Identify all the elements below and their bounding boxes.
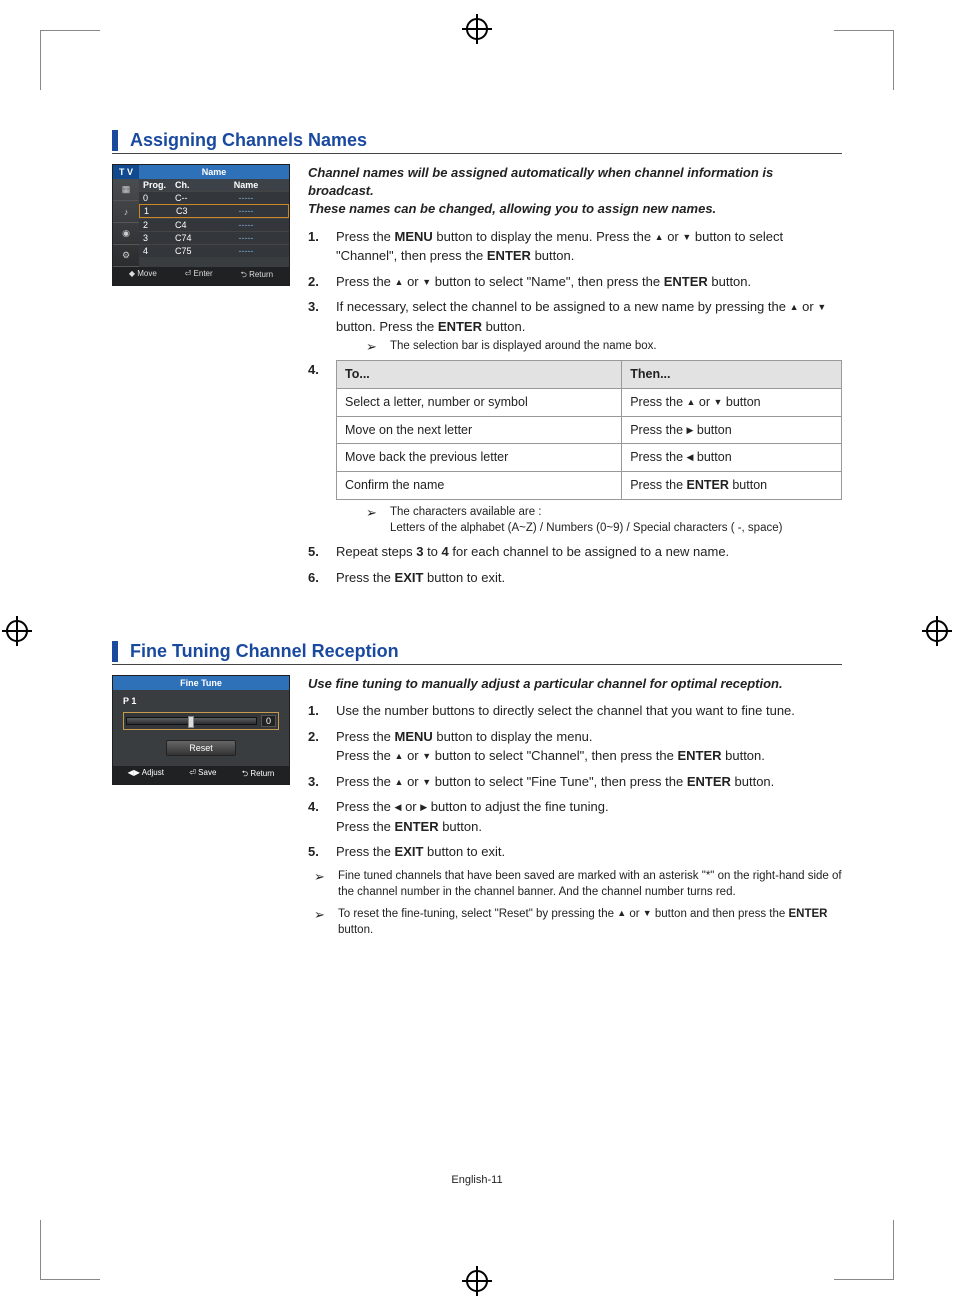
osd-cell: 1 [144,206,172,216]
osd-cell: ----- [208,206,284,216]
osd-footer-move: ◆ Move [129,269,157,283]
osd-title: Name [139,165,289,179]
step-note: The selection bar is displayed around th… [350,338,842,354]
osd-cell: C4 [175,220,203,230]
osd-fine-tune-value: 0 [261,715,276,727]
note-line-1: The characters available are : [390,506,542,518]
action-table: To...Then... Select a letter, number or … [336,360,842,500]
osd-side-label: T V [113,165,139,179]
crop-mark-tr [834,30,894,90]
setup-icon: ⚙ [113,245,139,267]
osd-cell: C75 [175,246,203,256]
osd-title: Fine Tune [113,676,289,690]
osd-cell: 0 [143,193,171,203]
osd-col-name: Name [207,180,285,190]
steps-list: Press the MENU button to display the men… [308,227,842,588]
osd-col-ch: Ch. [175,180,203,190]
step-2: Press the ▲ or ▼ button to select "Name"… [308,272,842,292]
osd-reset-button: Reset [166,740,236,756]
step-3: If necessary, select the channel to be a… [308,297,842,354]
crop-mark-br [834,1220,894,1280]
osd-col-prog: Prog. [143,180,171,190]
step-1: Press the MENU button to display the men… [308,227,842,266]
osd-cell: 2 [143,220,171,230]
crop-mark-tl [40,30,100,90]
osd-cell: ----- [207,220,285,230]
osd-screenshot-finetune: Fine Tune P 1 0 Reset ◀▶ Adjust ⏎ Save ⮌… [112,675,290,785]
registration-mark-icon [6,620,28,642]
osd-cell: ----- [207,233,285,243]
section-title-assigning: Assigning Channels Names [112,130,842,151]
osd-cell: 4 [143,246,171,256]
osd-cell: C3 [176,206,204,216]
end-note-2: To reset the fine-tuning, select "Reset"… [308,906,842,938]
intro-text: Channel names will be assigned automatic… [308,164,842,219]
registration-mark-icon [926,620,948,642]
osd-channel-number: P 1 [123,696,279,706]
step-3: Press the ▲ or ▼ button to select "Fine … [308,772,842,792]
table-header-then: Then... [622,361,842,389]
table-cell: Press the ▶ button [622,416,842,444]
osd-cell: 3 [143,233,171,243]
table-cell: Press the ENTER button [622,472,842,500]
step-4: Press the ◀ or ▶ button to adjust the fi… [308,797,842,836]
osd-footer-adjust: ◀▶ Adjust [128,768,164,782]
table-cell: Move back the previous letter [337,444,622,472]
step-1: Use the number buttons to directly selec… [308,701,842,721]
table-note: The characters available are : Letters o… [350,504,842,536]
step-text: If necessary, select the channel to be a… [336,299,826,334]
table-cell: Move on the next letter [337,416,622,444]
intro-text: Use fine tuning to manually adjust a par… [308,675,842,693]
osd-footer-enter: ⏎ Enter [185,269,213,283]
table-cell: Select a letter, number or symbol [337,388,622,416]
picture-icon: ▦ [113,179,139,201]
section-divider [112,153,842,154]
registration-mark-icon [466,1270,488,1292]
osd-cell: C74 [175,233,203,243]
page-content: Assigning Channels Names T V Name ▦ ♪ ◉ … [112,30,842,1186]
section-title-finetune: Fine Tuning Channel Reception [112,641,842,662]
step-5: Press the EXIT button to exit. [308,842,842,862]
step-6: Press the EXIT button to exit. [308,568,842,588]
end-note-1: Fine tuned channels that have been saved… [308,868,842,900]
sound-icon: ♪ [113,201,139,223]
osd-fine-tune-slider: 0 [123,712,279,730]
note-line-2: Letters of the alphabet (A~Z) / Numbers … [390,522,782,534]
osd-footer-return: ⮌ Return [242,768,275,782]
channel-icon: ◉ [113,223,139,245]
osd-cell: ----- [207,193,285,203]
osd-cell: ----- [207,246,285,256]
crop-mark-bl [40,1220,100,1280]
osd-channel-list: Prog. Ch. Name 0C------- 1C3----- 2C4---… [139,179,289,267]
table-cell: Press the ▲ or ▼ button [622,388,842,416]
table-cell: Press the ◀ button [622,444,842,472]
step-5: Repeat steps 3 to 4 for each channel to … [308,542,842,562]
osd-screenshot-name: T V Name ▦ ♪ ◉ ⚙ Prog. Ch. Name [112,164,290,286]
osd-cell: C-- [175,193,203,203]
step-2: Press the MENU button to display the men… [308,727,842,766]
step-4: To...Then... Select a letter, number or … [308,360,842,536]
table-cell: Confirm the name [337,472,622,500]
section-divider [112,664,842,665]
osd-icon-strip: ▦ ♪ ◉ ⚙ [113,179,139,267]
table-header-to: To... [337,361,622,389]
osd-footer-save: ⏎ Save [189,768,216,782]
steps-list: Use the number buttons to directly selec… [308,701,842,862]
slider-thumb-icon [188,716,194,728]
page-number: English-11 [112,1174,842,1186]
osd-footer-return: ⮌ Return [240,269,273,283]
